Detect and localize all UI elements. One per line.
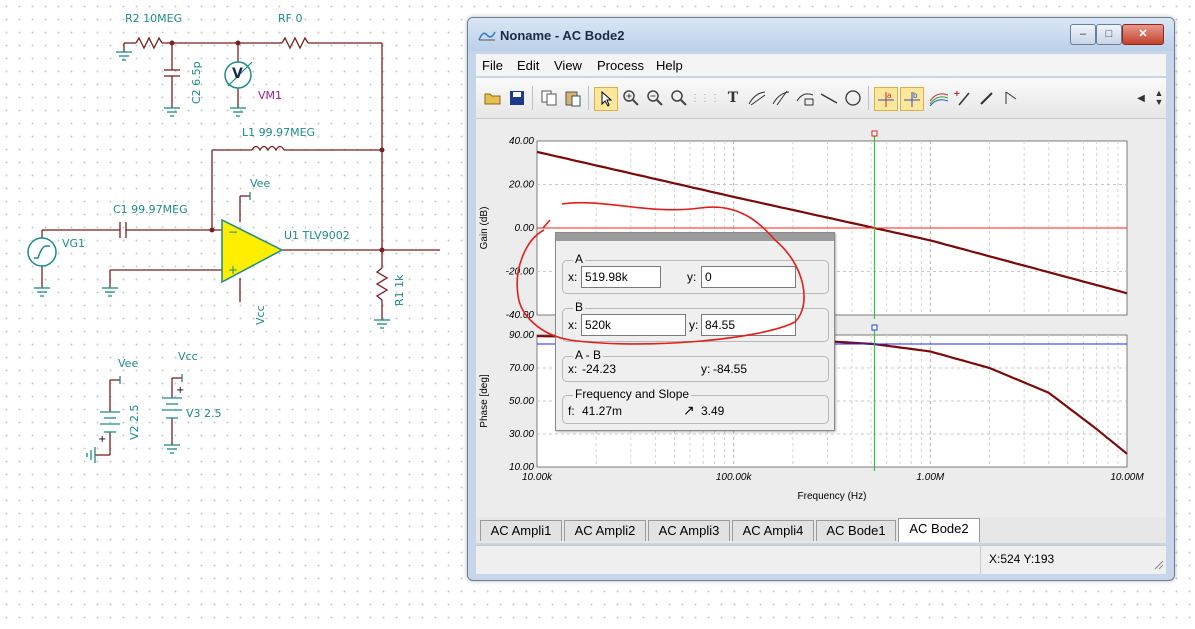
group-fs-title: Frequency and Slope bbox=[573, 387, 692, 401]
cursor-handle[interactable] bbox=[871, 130, 878, 137]
x-tick-label: 10.00M bbox=[1110, 472, 1144, 483]
x-tick-label: 1.00M bbox=[916, 472, 944, 483]
y-tick-label: 20.00 bbox=[508, 180, 534, 191]
group-frequency-slope: Frequency and Slope f: 41.27m ↗ 3.49 bbox=[562, 387, 829, 424]
x-tick-label: 10.00k bbox=[522, 472, 553, 483]
x-axis-label: Frequency (Hz) bbox=[798, 491, 867, 502]
y-tick-label: 50.00 bbox=[509, 396, 534, 407]
y-tick-label: 30.00 bbox=[509, 429, 534, 440]
x-tick-label: 100.00k bbox=[716, 472, 753, 483]
y-axis-label: Phase [deg] bbox=[479, 374, 490, 428]
red-annotation bbox=[516, 201, 805, 345]
slope-icon: ↗ bbox=[683, 402, 695, 418]
y-axis-label: Gain (dB) bbox=[479, 207, 490, 250]
f-label: f: bbox=[568, 404, 575, 418]
cursor-handle[interactable] bbox=[871, 324, 878, 331]
y-tick-label: 40.00 bbox=[509, 136, 534, 147]
slope-value: 3.49 bbox=[701, 404, 725, 418]
f-value: 41.27m bbox=[582, 404, 623, 418]
